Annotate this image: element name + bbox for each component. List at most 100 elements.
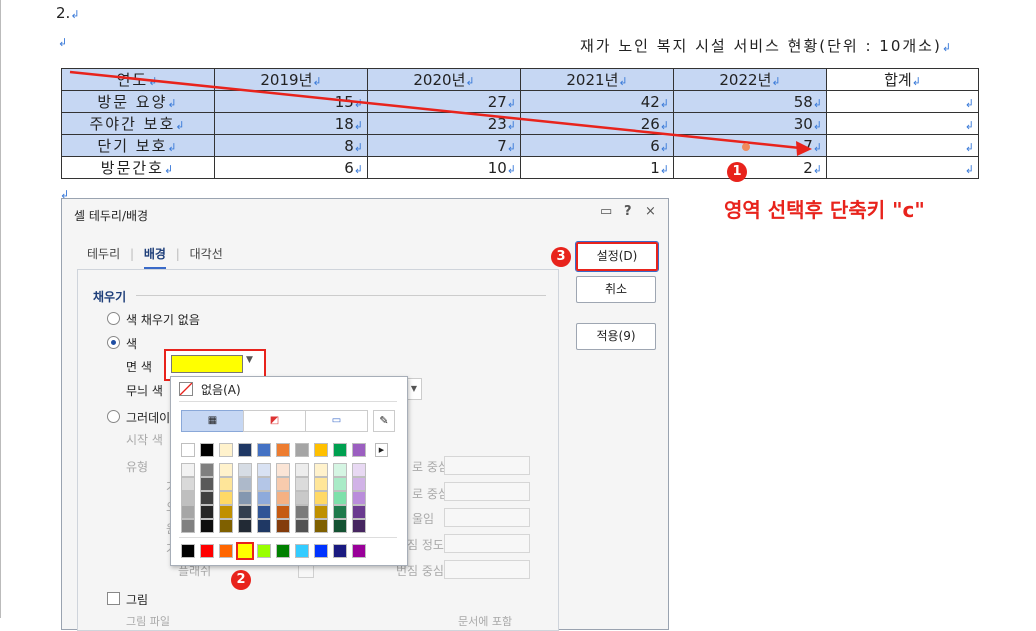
palette-swatch[interactable]	[238, 519, 252, 533]
palette-divider	[179, 401, 397, 402]
ok-button[interactable]: 설정(D)	[575, 241, 659, 272]
palette-swatch[interactable]	[219, 491, 233, 505]
palette-swatch[interactable]	[181, 505, 195, 519]
tab-background[interactable]: 배경	[143, 247, 166, 269]
palette-swatch[interactable]	[219, 463, 233, 477]
palette-swatch[interactable]	[257, 544, 271, 558]
palette-swatch[interactable]	[333, 443, 347, 457]
palette-swatch[interactable]	[181, 544, 195, 558]
palette-swatch[interactable]	[314, 505, 328, 519]
palette-swatch[interactable]	[314, 477, 328, 491]
palette-swatch[interactable]	[276, 463, 290, 477]
palette-swatch[interactable]	[257, 463, 271, 477]
palette-swatch[interactable]	[352, 443, 366, 457]
no-color-label[interactable]: 없음(A)	[201, 381, 241, 398]
palette-swatch[interactable]	[333, 491, 347, 505]
palette-swatch[interactable]	[295, 477, 309, 491]
palette-swatch[interactable]	[257, 491, 271, 505]
face-color-swatch	[171, 355, 243, 373]
palette-swatch[interactable]	[200, 544, 214, 558]
palette-swatch[interactable]	[181, 477, 195, 491]
blur-spin[interactable]	[444, 534, 530, 553]
color-fill-radio[interactable]	[107, 336, 120, 349]
pattern-color-dropdown[interactable]: ▼	[406, 378, 422, 400]
palette-swatch[interactable]	[238, 477, 252, 491]
palette-swatch[interactable]	[352, 505, 366, 519]
palette-swatch[interactable]	[276, 491, 290, 505]
palette-swatch[interactable]	[181, 463, 195, 477]
palette-swatch[interactable]	[295, 544, 309, 558]
palette-swatch[interactable]	[257, 505, 271, 519]
cancel-button[interactable]: 취소	[576, 276, 656, 303]
picture-checkbox[interactable]	[107, 592, 120, 605]
palette-swatch[interactable]	[181, 443, 195, 457]
center-spin-1[interactable]	[444, 456, 530, 475]
palette-swatch[interactable]	[238, 463, 252, 477]
palette-swatch[interactable]	[276, 505, 290, 519]
palette-swatch[interactable]	[200, 443, 214, 457]
palette-swatch[interactable]	[295, 491, 309, 505]
fill-group-divider	[136, 295, 546, 296]
palette-swatch[interactable]	[236, 542, 254, 560]
palette-swatch[interactable]	[333, 477, 347, 491]
center-spin-2[interactable]	[444, 482, 530, 501]
palette-swatch[interactable]	[219, 544, 233, 558]
help-icon[interactable]: ?	[624, 204, 632, 219]
palette-swatch[interactable]	[200, 491, 214, 505]
tab-border[interactable]: 테두리	[87, 247, 120, 261]
palette-swatch[interactable]	[257, 519, 271, 533]
palette-swatch[interactable]	[314, 463, 328, 477]
palette-swatch[interactable]	[295, 505, 309, 519]
palette-swatch[interactable]	[238, 443, 252, 457]
close-icon[interactable]: ×	[645, 204, 656, 219]
palette-swatch[interactable]	[352, 463, 366, 477]
dialog-menu-icon[interactable]: ▭	[600, 204, 612, 219]
chevron-down-icon: ▼	[246, 355, 253, 365]
more-colors-arrow[interactable]: ▶	[375, 443, 388, 457]
apply-button[interactable]: 적용(9)	[576, 323, 656, 350]
blur-center-spin[interactable]	[444, 560, 530, 579]
palette-swatch[interactable]	[276, 544, 290, 558]
palette-swatch[interactable]	[333, 463, 347, 477]
palette-swatch[interactable]	[257, 477, 271, 491]
slope-spin[interactable]	[444, 508, 530, 527]
palette-swatch[interactable]	[238, 491, 252, 505]
palette-swatch[interactable]	[295, 443, 309, 457]
palette-swatch[interactable]	[295, 519, 309, 533]
palette-swatch[interactable]	[181, 491, 195, 505]
palette-swatch[interactable]	[200, 477, 214, 491]
palette-swatch[interactable]	[314, 544, 328, 558]
palette-swatch[interactable]	[219, 505, 233, 519]
palette-swatch[interactable]	[352, 519, 366, 533]
palette-swatch[interactable]	[352, 491, 366, 505]
palette-swatch[interactable]	[314, 491, 328, 505]
palette-swatch[interactable]	[238, 505, 252, 519]
palette-swatch[interactable]	[181, 519, 195, 533]
gradient-radio[interactable]	[107, 410, 120, 423]
palette-swatch[interactable]	[352, 544, 366, 558]
palette-swatch[interactable]	[352, 477, 366, 491]
palette-swatch[interactable]	[219, 519, 233, 533]
palette-swatch[interactable]	[276, 519, 290, 533]
palette-tab-custom[interactable]: ▭	[305, 410, 368, 432]
no-color-icon[interactable]	[179, 382, 193, 396]
palette-swatch[interactable]	[276, 443, 290, 457]
palette-swatch[interactable]	[333, 505, 347, 519]
palette-swatch[interactable]	[276, 477, 290, 491]
tab-diagonal[interactable]: 대각선	[190, 247, 223, 261]
palette-swatch[interactable]	[333, 519, 347, 533]
palette-tab-theme[interactable]: ▦	[181, 410, 244, 432]
palette-swatch[interactable]	[333, 544, 347, 558]
palette-swatch[interactable]	[200, 505, 214, 519]
palette-swatch[interactable]	[295, 463, 309, 477]
palette-swatch[interactable]	[314, 443, 328, 457]
palette-swatch[interactable]	[200, 463, 214, 477]
palette-swatch[interactable]	[257, 443, 271, 457]
palette-swatch[interactable]	[200, 519, 214, 533]
palette-swatch[interactable]	[219, 477, 233, 491]
palette-swatch[interactable]	[314, 519, 328, 533]
no-fill-radio[interactable]	[107, 312, 120, 325]
palette-tab-spectrum[interactable]: ◩	[243, 410, 306, 432]
eyedropper-icon[interactable]: ✎	[373, 410, 395, 432]
palette-swatch[interactable]	[219, 443, 233, 457]
